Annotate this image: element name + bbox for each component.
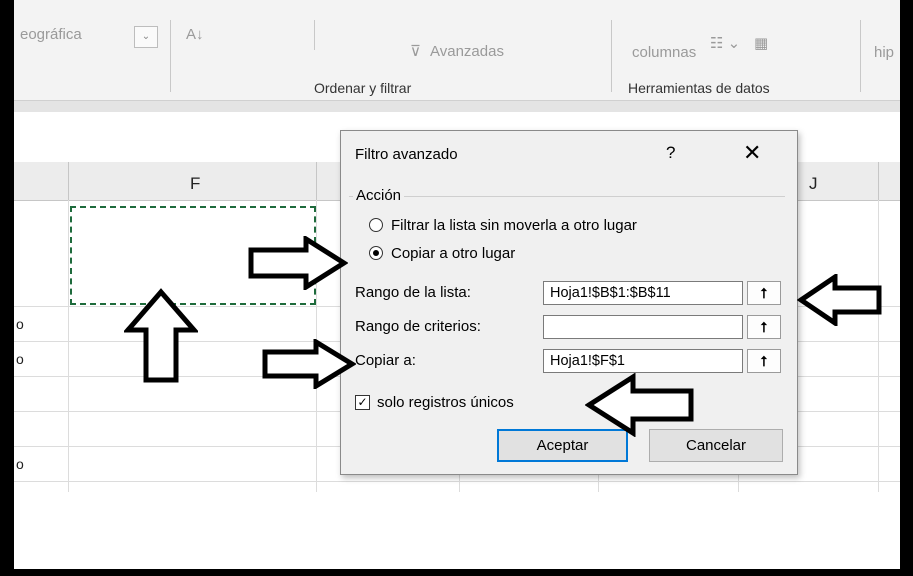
image-frame-border: [0, 0, 913, 576]
